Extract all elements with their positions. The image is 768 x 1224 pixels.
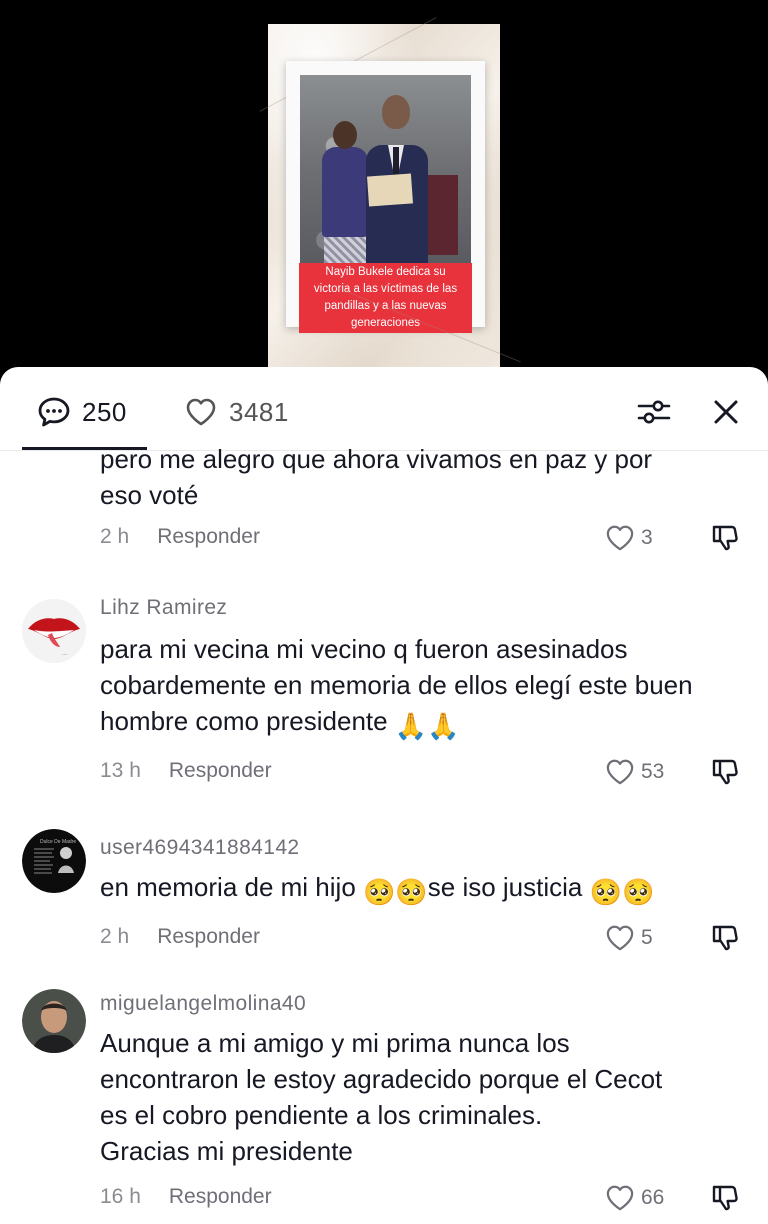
- comment-text-line: pero me alegro que ahora vivamos en paz …: [100, 444, 653, 474]
- comment-text: pero me alegro que ahora vivamos en paz …: [100, 441, 750, 513]
- close-button[interactable]: [710, 396, 742, 428]
- comment-text-line: encontraron le estoy agradecido porque e…: [100, 1064, 663, 1094]
- filter-button[interactable]: [636, 397, 672, 427]
- avatar-image: [22, 989, 86, 1053]
- comment-meta: 2 h Responder: [100, 925, 260, 949]
- svg-text:Dulce De Madre: Dulce De Madre: [40, 839, 76, 845]
- comment-item: miguelangelmolina40 Aunque a mi amigo y …: [0, 987, 768, 1224]
- avatar[interactable]: ...: [22, 599, 86, 663]
- comment-text: para mi vecina mi vecino q fueron asesin…: [100, 631, 750, 744]
- comment-meta: 2 h Responder: [100, 525, 260, 549]
- tab-likes[interactable]: 3481: [185, 395, 289, 429]
- comment-username[interactable]: user4694341884142: [100, 836, 299, 860]
- comment-text-line: hombre como presidente: [100, 706, 388, 736]
- sheet-header: 250 3481: [0, 367, 768, 451]
- pleading-face-emoji: 🥺: [363, 877, 396, 907]
- reply-button[interactable]: Responder: [169, 759, 272, 783]
- svg-text:...: ...: [62, 651, 67, 657]
- dislike-button[interactable]: [710, 923, 740, 953]
- comment-time: 2 h: [100, 525, 130, 548]
- like-count: 5: [641, 926, 653, 949]
- like-count: 53: [641, 760, 665, 783]
- comment-time: 2 h: [100, 925, 130, 948]
- pleading-face-emoji: 🥺: [395, 877, 428, 907]
- reply-button[interactable]: Responder: [157, 925, 260, 949]
- dislike-button[interactable]: [710, 757, 740, 787]
- comment-text-line: eso voté: [100, 480, 199, 510]
- comment-bubble-icon: [38, 397, 70, 427]
- likes-count: 3481: [229, 396, 289, 427]
- heart-outline-icon: [186, 398, 216, 426]
- heart-outline-icon: [606, 925, 634, 951]
- comment-like-button[interactable]: 66: [605, 1184, 664, 1212]
- comment-item: Dulce De Madre user4694341884142 en memo…: [0, 829, 768, 969]
- close-icon: [714, 400, 738, 424]
- comment-item: ... Lihz Ramirez para mi vecina mi vecin…: [0, 589, 768, 809]
- pray-emoji: 🙏🙏: [394, 711, 460, 741]
- thumbs-down-icon: [712, 925, 738, 951]
- comment-text-line: Gracias mi presidente: [100, 1136, 353, 1166]
- comment-like-button[interactable]: 53: [605, 758, 664, 786]
- avatar[interactable]: [22, 989, 86, 1053]
- comment-text-part: se iso justicia: [427, 872, 583, 902]
- comment-username[interactable]: Lihz Ramirez: [100, 596, 227, 620]
- video-player[interactable]: Nayib Bukele dedica su victoria a las ví…: [0, 0, 768, 380]
- video-caption: Nayib Bukele dedica su victoria a las ví…: [299, 263, 472, 333]
- avatar[interactable]: Dulce De Madre: [22, 829, 86, 893]
- comment-like-button[interactable]: 3: [605, 524, 653, 552]
- avatar-image: Dulce De Madre: [22, 829, 86, 893]
- comment-text-line: cobardemente en memoria de ellos elegí e…: [100, 670, 693, 700]
- pleading-face-emoji: 🥺: [622, 877, 655, 907]
- caption-line: Nayib Bukele dedica su: [325, 266, 446, 278]
- comment-meta: 16 h Responder: [100, 1185, 272, 1209]
- heart-outline-icon: [606, 1185, 634, 1211]
- comments-count: 250: [82, 396, 127, 427]
- comment-like-button[interactable]: 5: [605, 924, 653, 952]
- comment-text-line: es el cobro pendiente a los criminales.: [100, 1100, 543, 1130]
- comment-text-line: para mi vecina mi vecino q fueron asesin…: [100, 634, 628, 664]
- thumbs-down-icon: [712, 525, 738, 551]
- photo-frame: Nayib Bukele dedica su victoria a las ví…: [286, 61, 485, 333]
- thumbs-down-icon: [712, 759, 738, 785]
- tab-comments[interactable]: 250: [38, 395, 127, 429]
- comment-text: en memoria de mi hijo 🥺🥺se iso justicia …: [100, 869, 750, 910]
- thumbs-down-icon: [712, 1185, 738, 1211]
- comment-meta: 13 h Responder: [100, 759, 272, 783]
- caption-line: pandillas y a las nuevas: [324, 300, 447, 312]
- avatar-image: ...: [22, 599, 86, 663]
- reply-button[interactable]: Responder: [157, 525, 260, 549]
- sliders-icon: [637, 400, 671, 424]
- video-thumbnail[interactable]: Nayib Bukele dedica su victoria a las ví…: [268, 24, 500, 380]
- comment-time: 16 h: [100, 1185, 141, 1208]
- comment-time: 13 h: [100, 759, 141, 782]
- comment-text-part: en memoria de mi hijo: [100, 872, 356, 902]
- dislike-button[interactable]: [710, 523, 740, 553]
- comment-text-line: Aunque a mi amigo y mi prima nunca los: [100, 1028, 570, 1058]
- comments-sheet: 250 3481 pero me alegro que ahora vivamo…: [0, 367, 768, 1224]
- caption-line: victoria a las víctimas de las: [313, 283, 458, 295]
- comment-username[interactable]: miguelangelmolina40: [100, 992, 306, 1016]
- heart-outline-icon: [606, 759, 634, 785]
- heart-outline-icon: [606, 525, 634, 551]
- dislike-button[interactable]: [710, 1183, 740, 1213]
- like-count: 3: [641, 526, 653, 549]
- reply-button[interactable]: Responder: [169, 1185, 272, 1209]
- comment-text: Aunque a mi amigo y mi prima nunca los e…: [100, 1025, 750, 1169]
- caption-line: generaciones: [350, 317, 421, 329]
- pleading-face-emoji: 🥺: [589, 877, 622, 907]
- comment-item: pero me alegro que ahora vivamos en paz …: [0, 444, 768, 571]
- like-count: 66: [641, 1186, 665, 1209]
